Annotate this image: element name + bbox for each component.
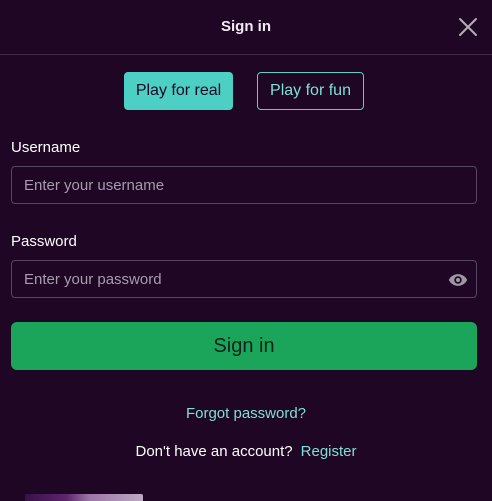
username-field-wrapper bbox=[11, 166, 477, 204]
register-row: Don't have an account? Register bbox=[0, 443, 492, 460]
password-input[interactable] bbox=[12, 261, 476, 297]
close-button[interactable] bbox=[458, 17, 478, 37]
play-for-fun-button[interactable]: Play for fun bbox=[257, 72, 364, 110]
register-prompt: Don't have an account? bbox=[135, 443, 293, 460]
play-for-real-button[interactable]: Play for real bbox=[124, 72, 233, 110]
password-field-wrapper bbox=[11, 260, 477, 298]
username-input[interactable] bbox=[12, 167, 476, 203]
username-label: Username bbox=[11, 139, 81, 156]
show-password-toggle[interactable] bbox=[448, 270, 468, 290]
background-image-peek bbox=[25, 494, 143, 501]
close-icon bbox=[458, 17, 478, 37]
sign-in-modal: Sign in Play for real Play for fun Usern… bbox=[0, 0, 492, 501]
sign-in-button[interactable]: Sign in bbox=[11, 322, 477, 370]
password-label: Password bbox=[11, 233, 77, 250]
eye-icon bbox=[448, 270, 468, 290]
forgot-password-link[interactable]: Forgot password? bbox=[0, 405, 492, 422]
modal-title: Sign in bbox=[221, 18, 271, 35]
register-link[interactable]: Register bbox=[301, 443, 357, 460]
play-mode-switch: Play for real Play for fun bbox=[0, 72, 492, 110]
modal-header: Sign in bbox=[0, 0, 492, 55]
